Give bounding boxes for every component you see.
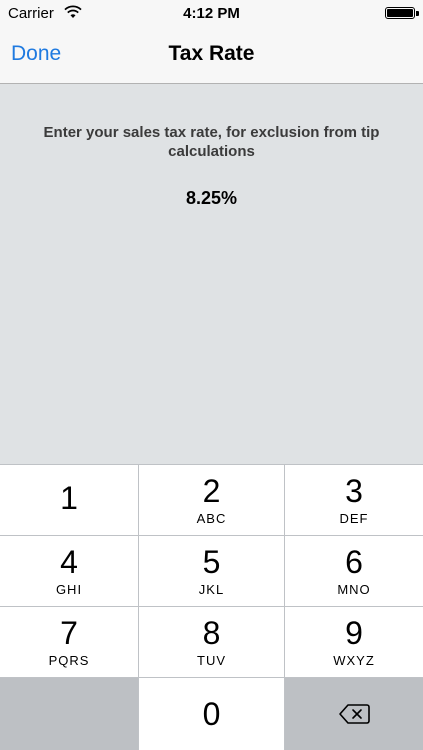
content-area: Enter your sales tax rate, for exclusion… — [0, 84, 423, 464]
instruction-text: Enter your sales tax rate, for exclusion… — [43, 124, 380, 160]
key-4[interactable]: 4 GHI — [0, 536, 138, 606]
battery-icon — [385, 7, 415, 19]
key-3[interactable]: 3 DEF — [285, 465, 423, 535]
key-letters: WXYZ — [333, 652, 375, 668]
delete-button[interactable] — [285, 678, 423, 750]
key-number: 8 — [202, 614, 221, 651]
key-letters: JKL — [198, 581, 225, 597]
key-9[interactable]: 9 WXYZ — [285, 607, 423, 677]
key-number: 9 — [345, 614, 363, 651]
key-letters: TUV — [197, 652, 226, 668]
key-number: 1 — [60, 480, 78, 516]
key-2[interactable]: 2 ABC — [139, 465, 284, 535]
status-bar: Carrier 4:12 PM — [0, 0, 423, 28]
key-letters: ABC — [196, 510, 227, 526]
backspace-icon — [339, 704, 370, 724]
key-letters: PQRS — [48, 652, 90, 668]
key-0[interactable]: 0 — [139, 678, 284, 750]
key-7[interactable]: 7 PQRS — [0, 607, 138, 677]
battery-tip — [416, 11, 419, 16]
key-letters: GHI — [55, 581, 83, 597]
key-number: 7 — [60, 614, 78, 651]
key-6[interactable]: 6 MNO — [285, 536, 423, 606]
navigation-bar: Done Tax Rate — [0, 28, 423, 84]
page-title: Tax Rate — [168, 42, 255, 65]
blank-key — [0, 678, 138, 750]
tax-rate-value[interactable]: 8.25% — [0, 188, 423, 209]
key-number: 6 — [345, 543, 363, 580]
key-number: 5 — [202, 543, 221, 580]
key-number: 2 — [202, 472, 221, 509]
key-8[interactable]: 8 TUV — [139, 607, 284, 677]
key-1[interactable]: 1 — [0, 465, 138, 535]
key-number: 3 — [345, 472, 363, 509]
number-keypad: 1 2 ABC 3 DEF 4 GHI 5 JKL 6 MNO 7 PQRS 8… — [0, 464, 423, 750]
status-time: 4:12 PM — [183, 5, 240, 22]
key-letters: DEF — [339, 510, 369, 526]
key-number: 0 — [202, 696, 221, 732]
key-5[interactable]: 5 JKL — [139, 536, 284, 606]
key-letters: MNO — [337, 581, 371, 597]
key-number: 4 — [60, 543, 78, 580]
